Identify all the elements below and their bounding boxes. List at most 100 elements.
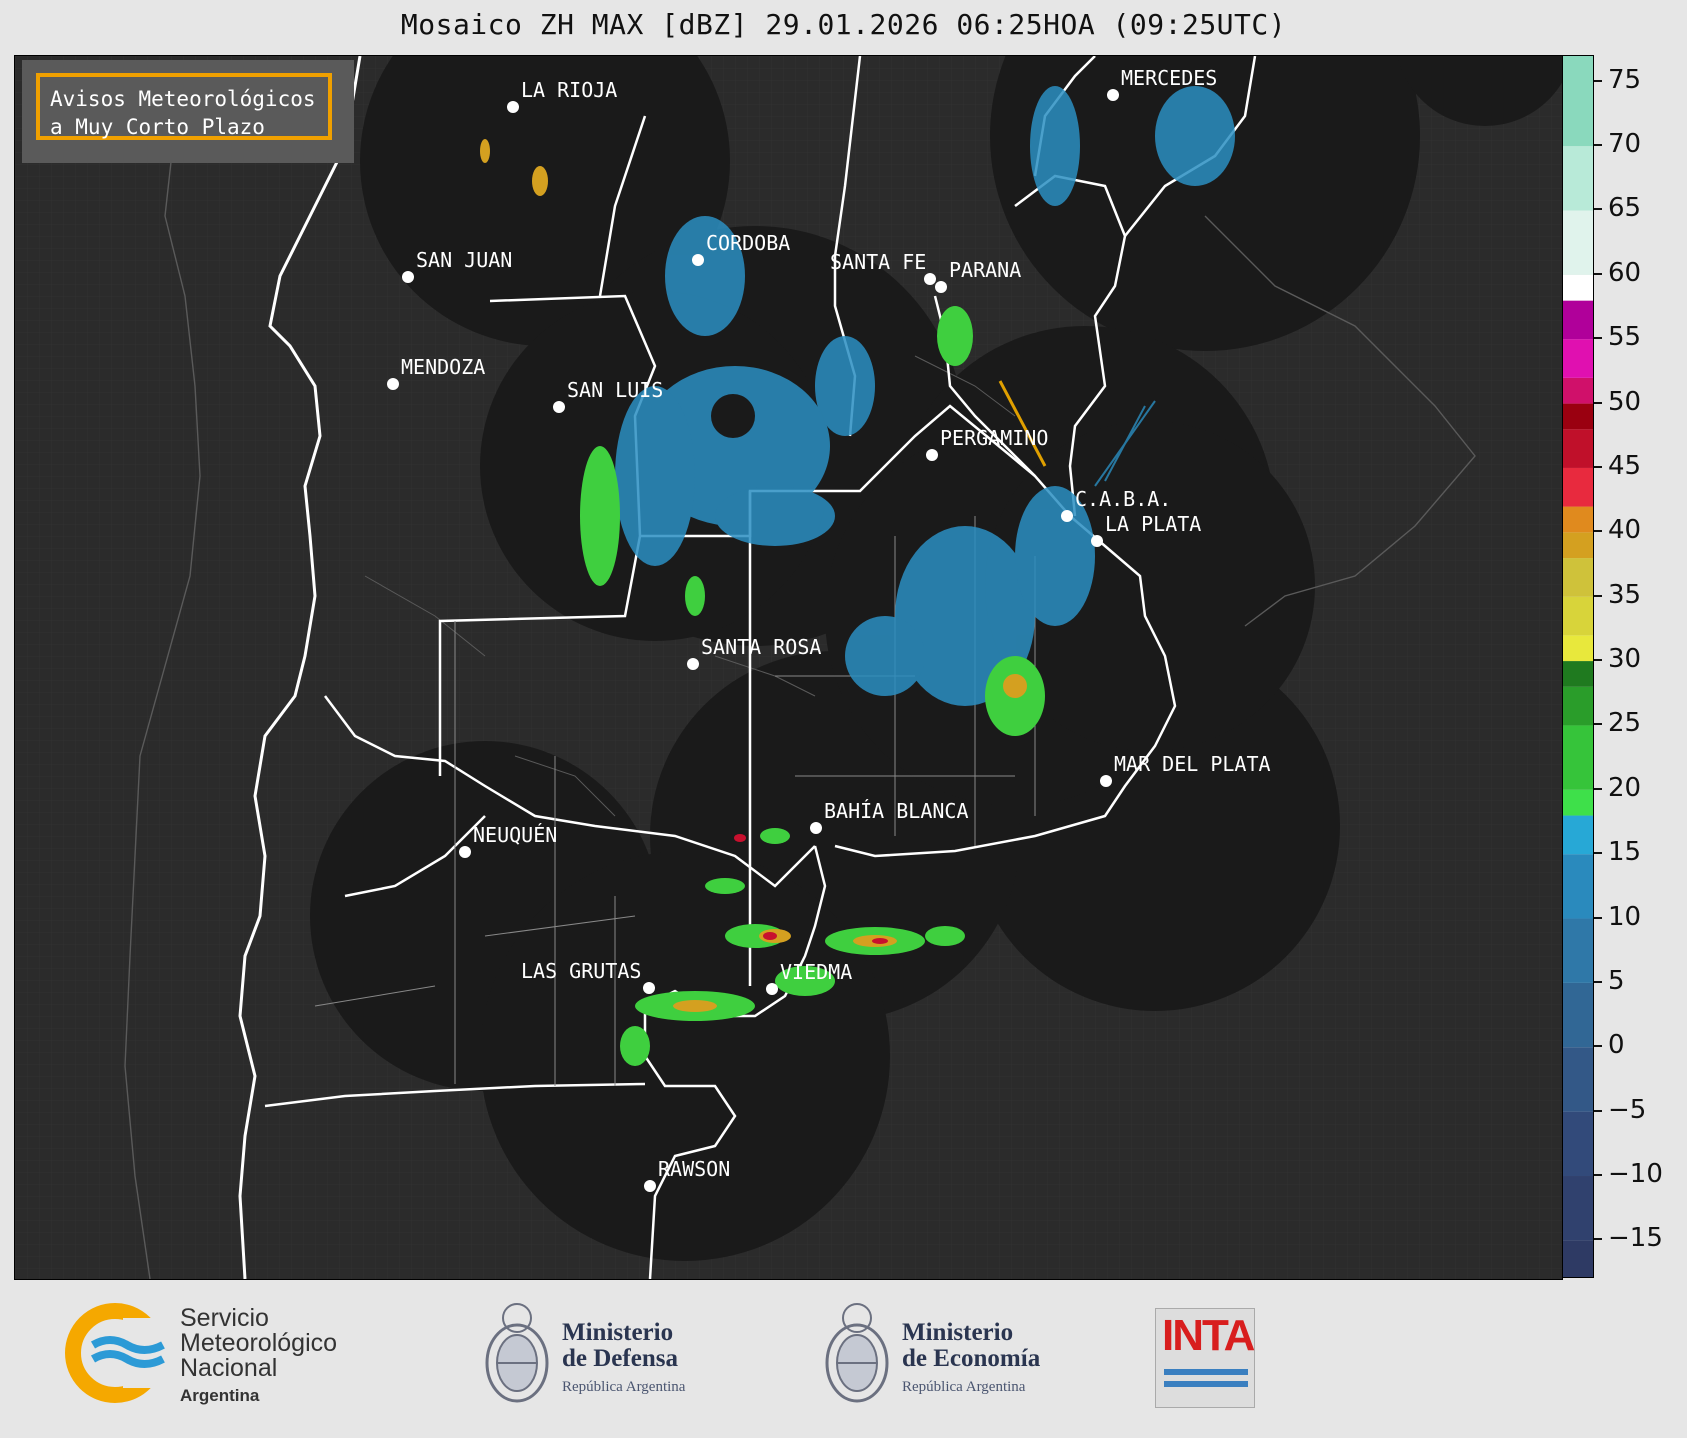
colorbar-band [1563,635,1593,662]
colorbar-tick: 50 [1594,386,1687,418]
colorbar-band [1563,56,1593,147]
colorbar-band [1563,982,1593,1048]
city-label: C.A.B.A. [1075,487,1171,511]
colorbar-tick: 70 [1594,129,1687,160]
coat-of-arms-icon [825,1303,889,1403]
city-marker [687,658,699,670]
city-marker [402,271,414,283]
city-label: CORDOBA [706,231,790,255]
colorbar-tick: 45 [1594,450,1687,482]
city-marker [643,982,655,994]
colorbar-tick: 10 [1594,901,1687,933]
colorbar-ticks: 75 70 65 60 55 50 45 40 35 30 25 20 15 10 5 0 −5 −10 −15 [1594,55,1687,1278]
colorbar-tick: 5 [1594,965,1687,997]
colorbar-band [1563,854,1593,919]
colorbar-tick-label: 20 [1608,772,1642,803]
smn-line-2: Meteorológico [180,1329,338,1357]
colorbar-tick-label: 5 [1608,965,1625,996]
city-label: BAHÍA BLANCA [824,799,969,823]
smn-line-1: Servicio [180,1304,269,1332]
colorbar-band [1563,789,1593,816]
colorbar-tick-label: 15 [1608,837,1642,868]
colorbar-tick-label: 55 [1608,322,1642,353]
city-marker [692,254,704,266]
colorbar-tick: 40 [1594,515,1687,546]
colorbar-tick-label: 45 [1608,450,1642,481]
colorbar-tick: 15 [1594,837,1687,868]
radar-map[interactable]: LA RIOJA MERCEDES CORDOBA SAN JUAN SANTA FE P… [14,55,1563,1280]
colorbar-band [1563,918,1593,983]
inta-text: INTA [1162,1311,1255,1360]
notice-line-1: Avisos Meteorológicos [50,87,316,111]
colorbar-band [1563,339,1593,378]
city-label: SANTA FE [830,250,926,274]
colorbar-scale [1563,56,1593,1277]
city-label: LAS GRUTAS [521,959,641,983]
city-label: LA RIOJA [521,78,617,102]
colorbar-band [1563,532,1593,559]
city-label: VIEDMA [780,960,852,984]
colorbar-tick-label: 35 [1608,579,1642,610]
city-marker [766,983,778,995]
colorbar-tick: −15 [1594,1223,1687,1254]
colorbar-band [1563,403,1593,430]
colorbar-tick: 60 [1594,258,1687,289]
colorbar-band [1563,558,1593,597]
city-marker [387,378,399,390]
colorbar-band [1563,506,1593,533]
colorbar-band [1563,274,1593,301]
colorbar-tick-label: 30 [1608,644,1642,675]
colorbar-band [1563,725,1593,790]
colorbar-tick-label: −5 [1608,1094,1647,1125]
city-marker [1107,89,1119,101]
colorbar-tick-label: −15 [1608,1223,1663,1254]
colorbar-tick: 35 [1594,579,1687,611]
map-title: Mosaico ZH MAX [dBZ] 29.01.2026 06:25HOA… [400,8,1287,41]
economia-line-2: de Economía [902,1345,1041,1372]
colorbar-band [1563,377,1593,404]
colorbar-tick-label: 10 [1608,901,1642,932]
city-label: SAN JUAN [416,248,512,272]
colorbar-tick-label: 70 [1608,129,1642,160]
notice-line-2: a Muy Corto Plazo [50,115,265,139]
defensa-sub: República Argentina [562,1379,686,1395]
smn-country: Argentina [180,1386,260,1405]
colorbar [1562,55,1594,1278]
city-marker [1061,510,1073,522]
notice-label: Avisos Meteorológicos a Muy Corto Plazo [36,73,332,140]
colorbar-tick: 25 [1594,708,1687,739]
city-marker [553,401,565,413]
colorbar-tick: 65 [1594,193,1687,224]
smn-line-3: Nacional [180,1354,278,1382]
city-marker [1100,775,1112,787]
city-marker [507,101,519,113]
inta-stripe [1164,1381,1248,1387]
colorbar-tick: 55 [1594,322,1687,353]
economia-text: Ministerio de Economía República Argenti… [902,1320,1102,1400]
city-marker [924,273,936,285]
colorbar-band [1563,596,1593,636]
city-label: LA PLATA [1105,512,1201,536]
city-label: SANTA ROSA [701,635,821,659]
colorbar-tick: −5 [1594,1094,1687,1126]
notice-box: Avisos Meteorológicos a Muy Corto Plazo [22,60,354,163]
colorbar-band [1563,429,1593,468]
city-label: MENDOZA [401,355,485,379]
city-label: PERGAMINO [940,426,1048,450]
city-label: NEUQUÉN [473,823,557,847]
city-marker [926,449,938,461]
city-marker [644,1180,656,1192]
city-marker [459,846,471,858]
colorbar-band [1563,815,1593,855]
smn-logo-icon [65,1303,175,1403]
colorbar-tick: −10 [1594,1159,1687,1190]
city-label: RAWSON [658,1157,730,1181]
smn-logo-text: Servicio Meteorológico Nacional Argentin… [180,1306,337,1408]
colorbar-tick-label: −10 [1608,1159,1663,1189]
colorbar-band [1563,1240,1593,1277]
radar-map-canvas: LA RIOJA MERCEDES CORDOBA SAN JUAN SANTA FE P… [15,56,1562,1279]
inta-stripe [1164,1369,1248,1375]
colorbar-tick-label: 50 [1608,386,1642,417]
colorbar-band [1563,210,1593,275]
colorbar-band [1563,467,1593,507]
